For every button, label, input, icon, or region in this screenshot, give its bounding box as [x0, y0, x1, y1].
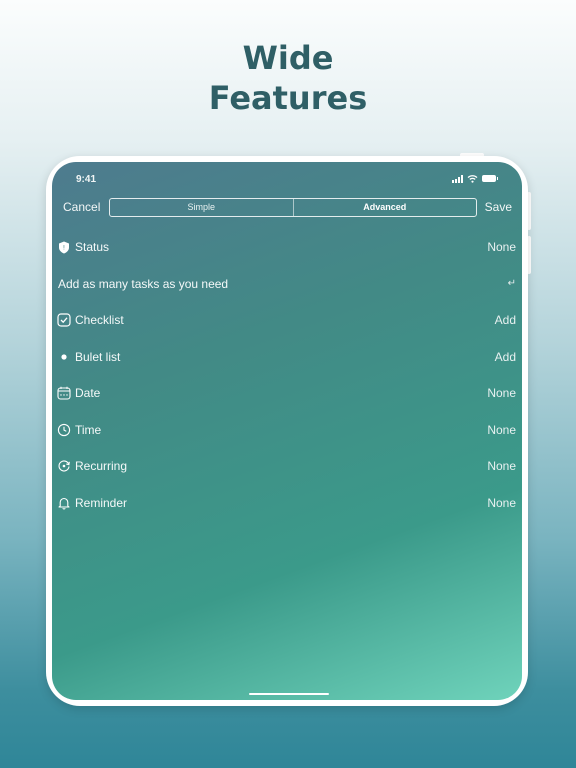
status-row[interactable]: ! Status None	[52, 236, 522, 260]
time-label: Time	[75, 423, 102, 437]
clock-icon	[57, 423, 71, 437]
status-time: 9:41	[76, 174, 97, 185]
status-icons	[452, 174, 498, 183]
bullet-list-label: Bulet list	[75, 350, 121, 364]
reminder-label: Reminder	[75, 496, 128, 510]
time-row[interactable]: Time None	[52, 419, 522, 443]
mode-segmented-control: Simple Advanced	[109, 198, 477, 217]
status-value[interactable]: None	[487, 240, 516, 254]
calendar-icon	[57, 386, 71, 400]
reminder-row[interactable]: Reminder None	[52, 492, 522, 516]
recurring-value[interactable]: None	[487, 459, 516, 473]
signal-icon	[452, 174, 463, 183]
bullet-list-add-button[interactable]: Add	[495, 350, 516, 364]
segment-advanced[interactable]: Advanced	[294, 199, 477, 216]
headline-line2: Features	[208, 79, 368, 117]
editor-toolbar: Cancel Simple Advanced Save	[52, 198, 522, 218]
wifi-icon	[467, 175, 478, 183]
recurring-row[interactable]: Recurring None	[52, 455, 522, 479]
checkbox-icon	[57, 313, 71, 327]
battery-icon	[482, 175, 498, 182]
home-indicator[interactable]	[249, 693, 329, 695]
bell-icon	[57, 496, 71, 510]
date-label: Date	[75, 386, 101, 400]
segment-simple[interactable]: Simple	[110, 199, 294, 216]
tablet-screen: 9:41 Cancel Simple Advanced Save ! Statu…	[52, 162, 522, 700]
status-icon: !	[57, 240, 71, 254]
date-row[interactable]: Date None	[52, 382, 522, 406]
svg-text:!: !	[63, 244, 65, 251]
task-input-row[interactable]: Add as many tasks as you need ↵	[52, 273, 522, 297]
headline-line1: Wide	[242, 39, 334, 77]
bullet-icon	[57, 350, 71, 364]
bullet-list-row[interactable]: Bulet list Add	[52, 346, 522, 370]
checklist-label: Checklist	[75, 313, 124, 327]
headline: Wide Features	[0, 38, 576, 118]
status-label: Status	[75, 240, 110, 254]
time-value[interactable]: None	[487, 423, 516, 437]
checklist-row[interactable]: Checklist Add	[52, 309, 522, 333]
task-input[interactable]: Add as many tasks as you need	[58, 277, 228, 291]
return-icon[interactable]: ↵	[508, 278, 516, 289]
save-button[interactable]: Save	[485, 200, 512, 214]
recurring-label: Recurring	[75, 459, 128, 473]
cancel-button[interactable]: Cancel	[63, 200, 100, 214]
reminder-value[interactable]: None	[487, 496, 516, 510]
checklist-add-button[interactable]: Add	[495, 313, 516, 327]
date-value[interactable]: None	[487, 386, 516, 400]
repeat-icon	[57, 459, 71, 473]
